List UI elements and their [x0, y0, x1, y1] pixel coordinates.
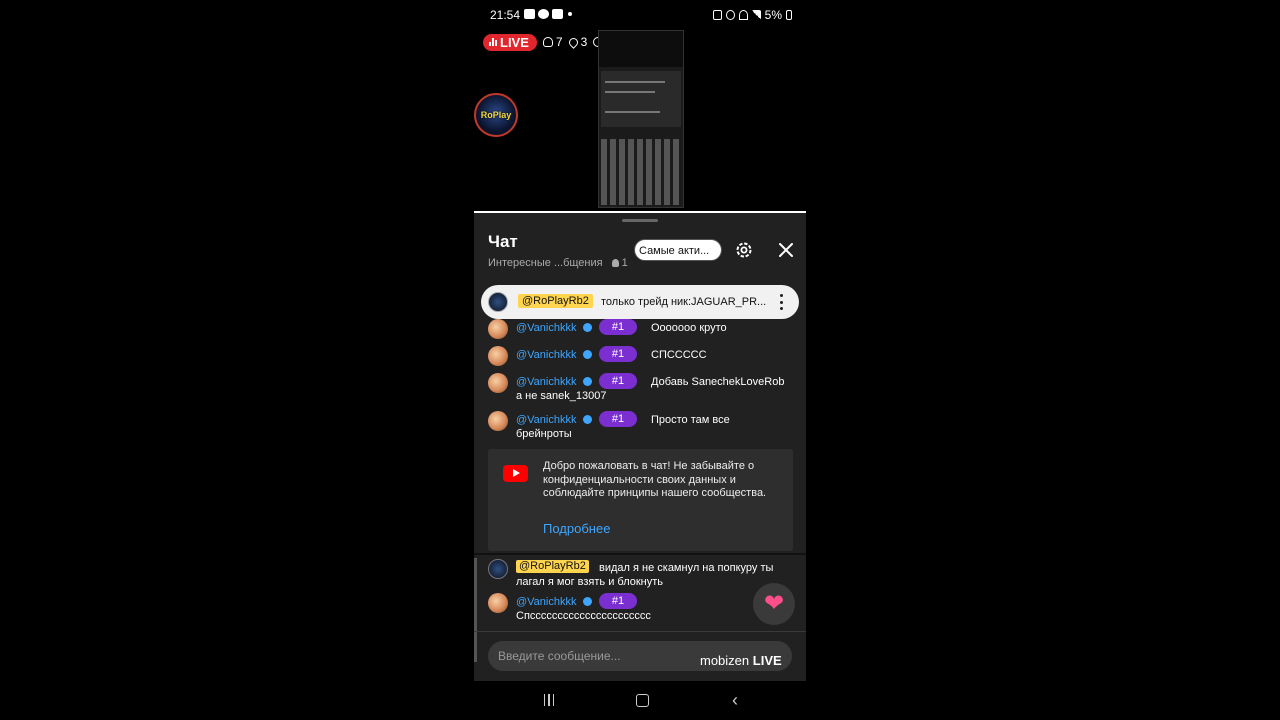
- user-avatar[interactable]: [488, 319, 508, 339]
- likes-count: 3: [580, 35, 588, 49]
- author-name[interactable]: @Vanichkkk: [516, 414, 576, 427]
- pinned-author[interactable]: @RoPlayRb2: [518, 294, 593, 308]
- message-text-continued: а не sanek_13007: [516, 390, 607, 402]
- live-label: LIVE: [500, 34, 529, 50]
- app-notification-icon: [538, 9, 549, 19]
- chat-message[interactable]: @Vanichkkk #1 Добавь SanechekLoveRob а н…: [488, 373, 794, 407]
- message-text: видал я не скамнул на попкуру ты: [599, 562, 774, 574]
- settings-gear-icon[interactable]: [734, 240, 754, 260]
- pinned-text: только трейд ник:JAGUAR_PR...: [601, 296, 767, 308]
- channel-avatar[interactable]: RoPlay: [474, 93, 518, 137]
- author-name[interactable]: @Vanichkkk: [516, 349, 576, 362]
- heart-icon: ❤: [763, 590, 785, 617]
- message-text: Добавь SanechekLoveRob: [651, 376, 785, 388]
- participants-count: 1: [611, 257, 628, 269]
- pinned-message[interactable]: @RoPlayRb2 только трейд ник:JAGUAR_PR...: [481, 285, 799, 319]
- member-badge: #1: [599, 346, 637, 362]
- mobizen-watermark: mobizen LIVE: [700, 653, 782, 668]
- member-badge: #1: [599, 319, 637, 335]
- message-text: Ооооооо круто: [651, 322, 727, 334]
- chat-subtitle: Интересные ...бщения 1: [488, 257, 628, 269]
- more-notifications-icon: [568, 12, 572, 16]
- author-name[interactable]: @Vanichkkk: [516, 596, 576, 609]
- close-icon[interactable]: [776, 240, 796, 260]
- stream-video[interactable]: [598, 30, 684, 208]
- chat-message[interactable]: @Vanichkkk #1 Просто там все брейнроты: [488, 411, 794, 445]
- user-icon: [611, 259, 619, 267]
- notification-icons: [524, 9, 572, 19]
- message-text: Просто там все: [651, 414, 730, 426]
- message-text-continued: лагал я мог взять и блокнуть: [516, 576, 664, 588]
- section-divider: [474, 553, 806, 555]
- home-icon[interactable]: [631, 690, 653, 710]
- battery-level: 5%: [764, 8, 782, 22]
- verified-icon: [583, 597, 592, 606]
- signal-icon: [751, 10, 761, 20]
- channel-logo-text: RoPlay: [480, 110, 512, 120]
- phone-screen: 21:54 5% LIVE 7 3 RoPlay Чат Интересные …: [474, 0, 806, 720]
- verified-icon: [583, 350, 592, 359]
- live-badge[interactable]: LIVE: [483, 33, 537, 51]
- heart-icon: [566, 35, 580, 49]
- like-heart-button[interactable]: ❤: [753, 583, 795, 625]
- author-name[interactable]: @Vanichkkk: [516, 376, 576, 389]
- chat-mode-label: Интересные ...бщения: [488, 257, 603, 269]
- welcome-text: Добро пожаловать в чат! Не забывайте о к…: [543, 460, 767, 499]
- author-name[interactable]: @Vanichkkk: [516, 322, 576, 335]
- viewers-icon: [542, 37, 553, 47]
- back-icon[interactable]: ‹: [724, 690, 746, 710]
- learn-more-link[interactable]: Подробнее: [543, 521, 610, 536]
- participants-number: 1: [621, 257, 628, 269]
- chat-message[interactable]: @Vanichkkk #1 Ооооооо круто: [488, 319, 794, 343]
- wifi-icon: [738, 10, 748, 20]
- likes-stat: 3: [566, 35, 588, 49]
- video-keyboard-area: [601, 139, 681, 205]
- input-divider: [474, 631, 806, 632]
- owner-name[interactable]: @RoPlayRb2: [516, 560, 589, 573]
- member-badge: #1: [599, 373, 637, 389]
- watermark-suffix: LIVE: [752, 653, 782, 668]
- watermark-brand: mobizen: [700, 653, 750, 668]
- user-avatar[interactable]: [488, 593, 508, 613]
- user-avatar[interactable]: [488, 373, 508, 393]
- member-badge: #1: [599, 411, 637, 427]
- recent-apps-icon[interactable]: [538, 690, 560, 710]
- more-options-icon[interactable]: [780, 294, 784, 310]
- video-top-area: [599, 31, 683, 67]
- user-avatar[interactable]: [488, 346, 508, 366]
- status-bar: 21:54 5%: [474, 6, 806, 26]
- chat-message[interactable]: @Vanichkkk #1 Спсссссссссссссссссссссс: [488, 593, 794, 627]
- viewers-stat: 7: [542, 35, 563, 49]
- system-icons: 5%: [712, 8, 792, 22]
- verified-icon: [583, 415, 592, 424]
- battery-icon: [786, 10, 792, 20]
- verified-icon: [583, 377, 592, 386]
- system-nav-bar: ‹: [474, 682, 806, 720]
- chat-title: Чат: [488, 232, 518, 251]
- viewers-count: 7: [555, 35, 563, 49]
- member-badge: #1: [599, 593, 637, 609]
- message-text-continued: Спсссссссссссссссссссссс: [516, 610, 651, 622]
- chat-message[interactable]: @Vanichkkk #1 СПССССС: [488, 346, 794, 370]
- live-bars-icon: [489, 38, 497, 46]
- owner-avatar[interactable]: [488, 559, 508, 579]
- chat-panel: Чат Интересные ...бщения 1 Самые акти...…: [474, 211, 806, 681]
- verified-icon: [583, 323, 592, 332]
- drag-handle[interactable]: [622, 219, 658, 222]
- message-text-continued: брейнроты: [516, 428, 572, 440]
- message-text: СПССССС: [651, 349, 707, 361]
- welcome-notice: Добро пожаловать в чат! Не забывайте о к…: [488, 449, 793, 551]
- pinned-avatar: [488, 292, 508, 312]
- video-chat-area: [601, 71, 681, 127]
- alarm-icon: [712, 10, 722, 20]
- youtube-logo-icon: [503, 465, 528, 482]
- youtube-notification-icon: [552, 9, 563, 19]
- user-avatar[interactable]: [488, 411, 508, 431]
- scrollbar[interactable]: [474, 558, 477, 662]
- mute-icon: [725, 10, 735, 20]
- sort-dropdown[interactable]: Самые акти...: [634, 239, 722, 261]
- chat-message[interactable]: @RoPlayRb2 видал я не скамнул на попкуру…: [488, 559, 794, 593]
- youtube-notification-icon: [524, 9, 535, 19]
- status-time: 21:54: [490, 8, 521, 22]
